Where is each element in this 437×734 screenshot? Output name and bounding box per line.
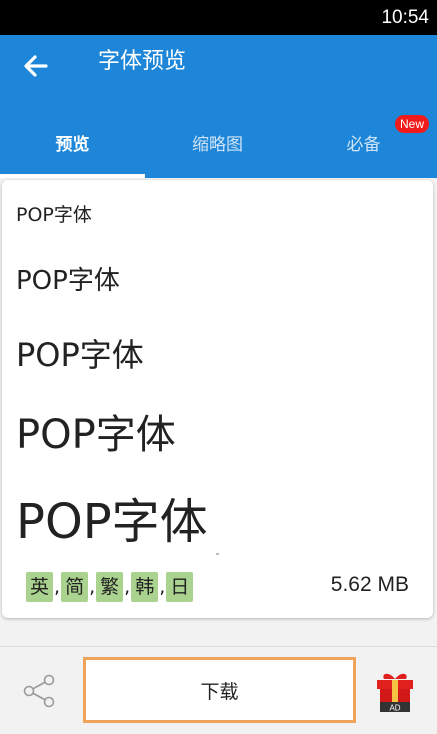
download-button[interactable]: 下载 (83, 657, 356, 723)
lang-separator: , (54, 576, 61, 598)
tab-thumbnail[interactable]: 缩略图 (145, 107, 290, 178)
tab-indicator (0, 174, 145, 178)
bottom-bar: 下载 AD (0, 646, 437, 734)
lang-tag-simplified: 简 (61, 572, 89, 602)
share-icon[interactable] (20, 673, 58, 709)
font-sample-5: POP字体 (16, 494, 208, 550)
lang-tag-korean: 韩 (131, 572, 159, 602)
lang-separator: , (89, 576, 96, 598)
lang-separator: , (124, 576, 131, 598)
download-label: 下载 (200, 680, 239, 703)
tab-thumbnail-label: 缩略图 (192, 135, 243, 155)
tab-preview-label: 预览 (55, 135, 90, 155)
tab-bar: 预览 缩略图 必备 New (0, 107, 437, 178)
lang-tag-japanese: 日 (166, 572, 194, 602)
language-tags: 英 , 简 , 繁 , 韩 , 日 (26, 572, 194, 602)
divider-dot (216, 553, 219, 555)
font-sample-3: POP字体 (16, 336, 144, 374)
tab-preview[interactable]: 预览 (0, 107, 145, 178)
font-sample-2: POP字体 (16, 266, 120, 296)
gift-ad-label: AD (389, 704, 400, 713)
font-sample-1: POP字体 (16, 204, 92, 226)
lang-tag-traditional: 繁 (96, 572, 124, 602)
page-title: 字体预览 (98, 49, 187, 74)
font-sample-4: POP字体 (16, 412, 176, 458)
status-time: 10:54 (381, 7, 429, 28)
font-preview-card: POP字体 POP字体 POP字体 POP字体 POP字体 英 , 简 , 繁 … (2, 180, 433, 618)
file-size: 5.62 MB (330, 573, 409, 596)
gift-ad-icon[interactable]: AD (375, 669, 415, 714)
status-bar: 10:54 (0, 0, 437, 35)
back-arrow-icon[interactable] (20, 50, 52, 82)
app-bar: 字体预览 预览 缩略图 必备 New (0, 35, 437, 178)
lang-tag-english: 英 (26, 572, 54, 602)
new-badge: New (394, 115, 429, 133)
lang-separator: , (159, 576, 166, 598)
tab-essentials-label: 必备 (346, 135, 381, 155)
tab-essentials[interactable]: 必备 New (290, 107, 437, 178)
